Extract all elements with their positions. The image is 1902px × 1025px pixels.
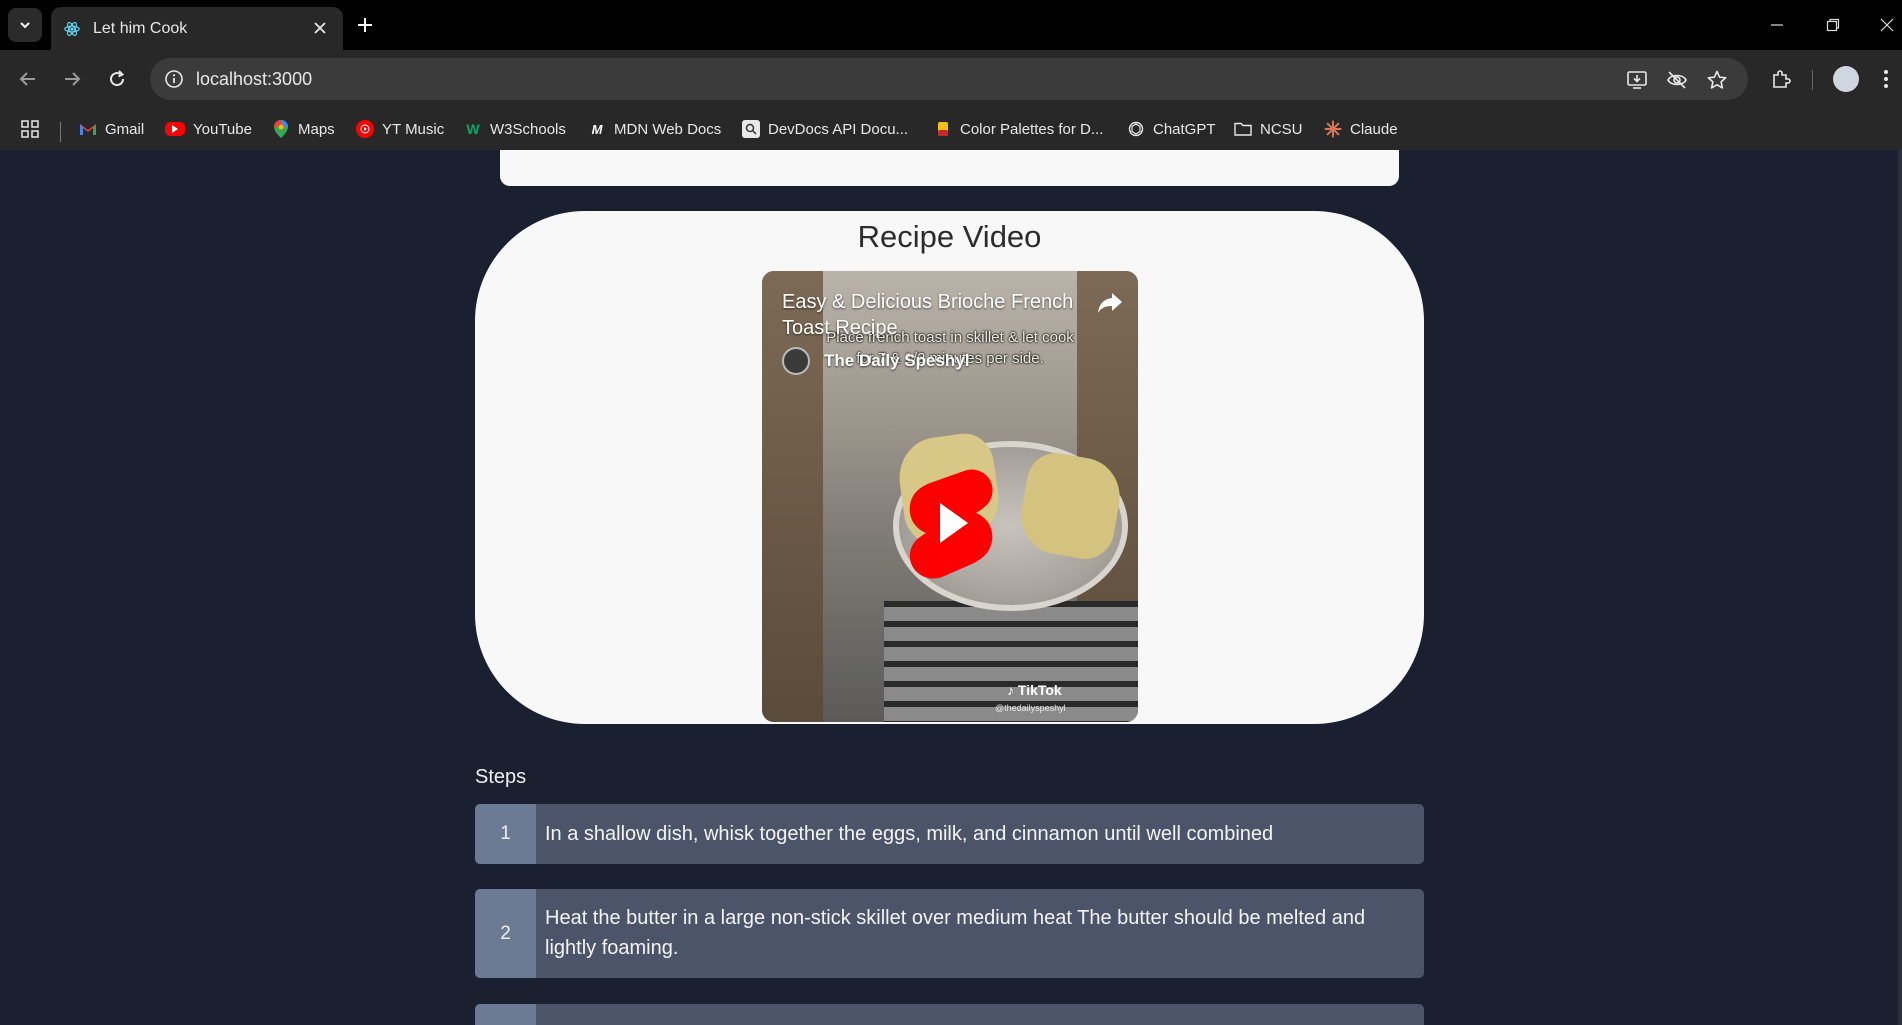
new-tab-button[interactable] — [352, 12, 378, 38]
install-app-icon[interactable] — [1624, 67, 1650, 93]
profile-button[interactable] — [1830, 63, 1862, 95]
tab-active[interactable]: Let him Cook — [51, 7, 343, 50]
yt-music-icon — [356, 120, 374, 138]
step-item — [475, 1004, 1424, 1025]
step-number: 1 — [475, 804, 536, 864]
youtube-icon — [165, 122, 185, 136]
forward-button[interactable] — [56, 63, 88, 95]
plus-icon — [358, 18, 372, 32]
eye-off-icon[interactable] — [1664, 67, 1690, 93]
chevron-down-icon — [20, 22, 30, 29]
share-icon — [1098, 293, 1122, 313]
step-number — [475, 1004, 536, 1025]
restore-icon — [1826, 18, 1840, 32]
bookmarks-divider — [60, 122, 61, 142]
site-info-icon[interactable] — [162, 67, 186, 91]
bookmark-ncsu[interactable]: NCSU — [1234, 116, 1303, 142]
recipe-video-section: Recipe Video Place french toast in skill… — [475, 211, 1424, 724]
tiktok-watermark: ♪ TikTok — [1007, 682, 1062, 698]
page-viewport: Recipe Video Place french toast in skill… — [0, 150, 1902, 1025]
bookmark-w3schools[interactable]: W W3Schools — [464, 116, 565, 142]
minimize-button[interactable] — [1762, 10, 1792, 40]
extensions-button[interactable] — [1765, 63, 1797, 95]
bookmark-youtube[interactable]: YouTube — [165, 116, 252, 142]
channel-avatar[interactable] — [782, 347, 810, 375]
step-item: 1 In a shallow dish, whisk together the … — [475, 804, 1424, 864]
bookmark-mdn[interactable]: M MDN Web Docs — [588, 116, 722, 142]
close-icon — [1880, 18, 1894, 32]
address-bar[interactable]: localhost:3000 — [150, 58, 1748, 100]
steps-heading: Steps — [475, 766, 527, 788]
bookmark-maps[interactable]: Maps — [272, 116, 335, 142]
close-window-button[interactable] — [1872, 10, 1902, 40]
bookmark-color-palettes[interactable]: Color Palettes for D... — [934, 116, 1103, 142]
folder-icon — [1234, 120, 1252, 138]
tab-strip: Let him Cook — [0, 0, 1902, 50]
chatgpt-icon — [1127, 120, 1145, 138]
menu-button[interactable] — [1876, 63, 1896, 95]
tiktok-icon: ♪ — [1007, 682, 1018, 698]
close-tab-button[interactable] — [309, 17, 331, 39]
back-button[interactable] — [12, 63, 44, 95]
tab-search-button[interactable] — [8, 8, 42, 42]
arrow-right-icon — [65, 72, 81, 86]
share-button[interactable] — [1092, 285, 1128, 321]
bookmark-star-icon[interactable] — [1704, 67, 1730, 93]
bookmark-yt-music[interactable]: YT Music — [356, 116, 444, 142]
step-item: 2 Heat the butter in a large non-stick s… — [475, 889, 1424, 978]
scrollbar[interactable] — [1898, 150, 1902, 1025]
bookmark-devdocs[interactable]: DevDocs API Docu... — [742, 116, 908, 142]
apps-button[interactable] — [20, 116, 40, 142]
step-text: In a shallow dish, whisk together the eg… — [545, 823, 1274, 845]
arrow-left-icon — [19, 72, 35, 86]
devdocs-icon — [742, 120, 760, 138]
bookmark-gmail[interactable]: Gmail — [79, 116, 144, 142]
bookmarks-bar: Gmail YouTube Maps YT Music W W3Schools … — [0, 108, 1902, 150]
tiktok-handle: @thedailyspeshyl — [995, 703, 1066, 713]
maps-icon — [272, 120, 290, 138]
react-icon — [64, 21, 80, 36]
play-button[interactable] — [906, 467, 996, 579]
step-text: Heat the butter in a large non-stick ski… — [545, 907, 1366, 959]
video-section-heading: Recipe Video — [857, 219, 1042, 254]
reload-icon — [110, 70, 125, 87]
video-title[interactable]: Easy & Delicious Brioche French Toast Re… — [782, 289, 1082, 341]
tab-title: Let him Cook — [93, 19, 188, 37]
color-palettes-icon — [934, 120, 952, 138]
step-number: 2 — [475, 889, 536, 978]
browser-toolbar: localhost:3000 — [0, 50, 1902, 108]
bookmark-chatgpt[interactable]: ChatGPT — [1127, 116, 1216, 142]
puzzle-icon — [1773, 70, 1791, 88]
more-vert-icon — [1884, 70, 1888, 88]
apps-grid-icon — [21, 120, 39, 138]
gmail-icon — [79, 120, 97, 138]
mdn-icon: M — [591, 121, 603, 137]
toolbar-divider — [1812, 70, 1813, 90]
channel-name[interactable]: The Daily Speshyl — [824, 351, 970, 371]
restore-button[interactable] — [1818, 10, 1848, 40]
bookmark-claude[interactable]: Claude — [1324, 116, 1398, 142]
youtube-shorts-play-icon — [909, 469, 993, 579]
claude-icon — [1324, 120, 1342, 138]
reload-button[interactable] — [101, 63, 133, 95]
ingredients-card — [500, 150, 1399, 186]
url-text[interactable]: localhost:3000 — [196, 69, 312, 90]
minimize-icon — [1771, 24, 1783, 26]
w3schools-icon: W — [466, 121, 480, 137]
close-icon — [314, 22, 326, 34]
avatar — [1833, 66, 1859, 92]
video-embed[interactable]: Place french toast in skillet & let cook… — [762, 271, 1138, 722]
